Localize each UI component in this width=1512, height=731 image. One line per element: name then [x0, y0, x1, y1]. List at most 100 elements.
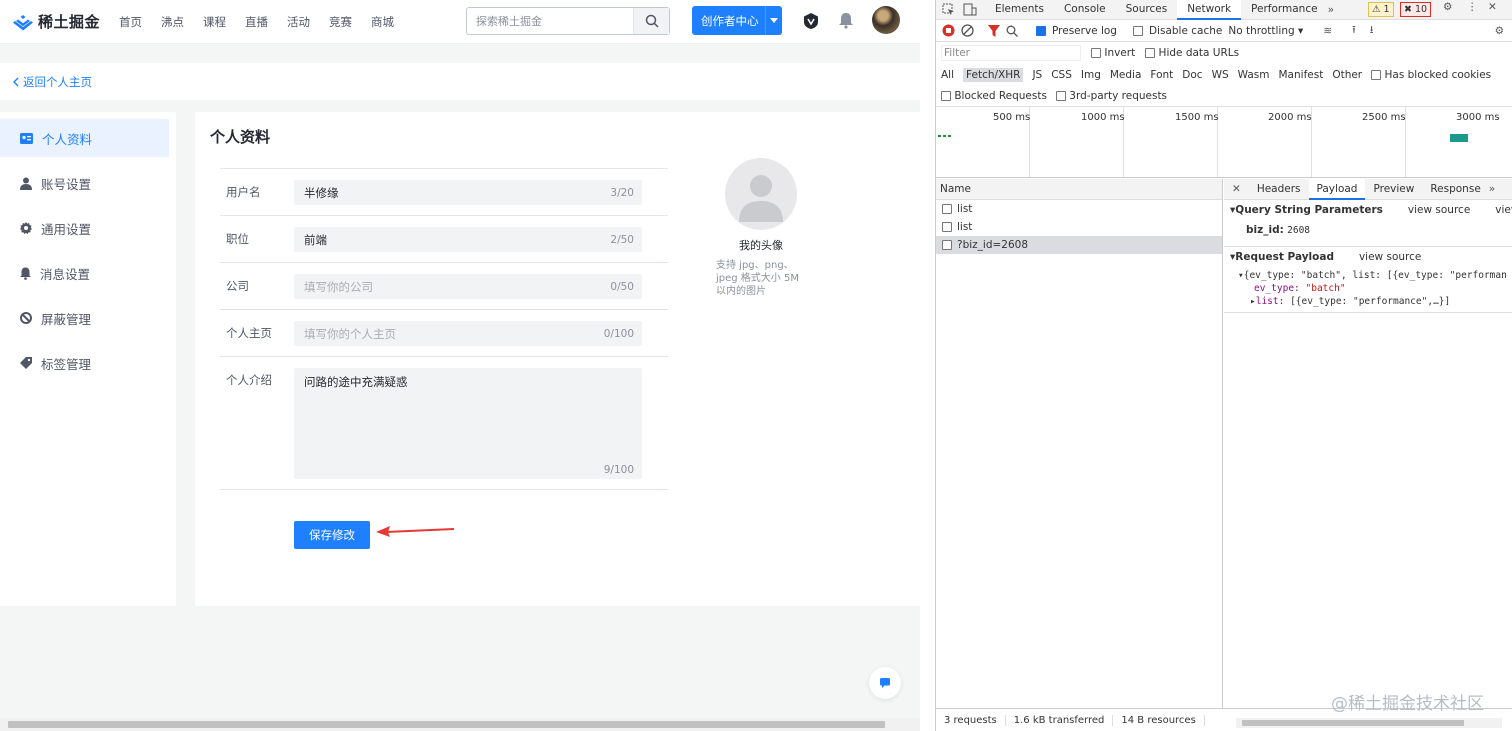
section-header[interactable]: ▾Query String Parameters view source vie…	[1230, 204, 1512, 216]
nav-events[interactable]: 活动	[287, 14, 310, 30]
request-row[interactable]: list	[936, 200, 1222, 218]
search-icon[interactable]	[1006, 25, 1018, 37]
view-source-link[interactable]: view source	[1359, 251, 1421, 263]
tab-elements[interactable]: Elements	[985, 0, 1054, 20]
tab-console[interactable]: Console	[1054, 0, 1116, 20]
scrollbar-thumb[interactable]	[8, 721, 885, 728]
disable-cache-checkbox[interactable]	[1132, 25, 1143, 36]
tab-preview[interactable]: Preview	[1365, 179, 1422, 200]
throttling-select[interactable]: No throttling ▾	[1228, 25, 1303, 37]
view-source-link[interactable]: view source	[1408, 204, 1470, 216]
payload-summary: {ev_type: "batch", list: [{ev_type: "per…	[1243, 270, 1507, 281]
tab-network[interactable]: Network	[1177, 0, 1242, 20]
type-doc[interactable]: Doc	[1182, 69, 1202, 81]
scrollbar-thumb[interactable]	[1242, 720, 1464, 726]
type-css[interactable]: CSS	[1051, 69, 1072, 81]
third-party-checkbox[interactable]	[1055, 90, 1066, 101]
search-button[interactable]	[633, 8, 669, 34]
tab-sources[interactable]: Sources	[1116, 0, 1178, 20]
tab-performance[interactable]: Performance	[1241, 0, 1328, 20]
save-button[interactable]: 保存修改	[294, 521, 370, 549]
profile-form: 用户名 半修缘 3/20 职位 前端 2/50 公司 填写你的公司 0/50 个…	[220, 168, 668, 490]
errors-badge[interactable]: ✖ 10	[1400, 2, 1432, 17]
device-toolbar-icon[interactable]	[963, 3, 977, 16]
username-input[interactable]: 半修缘 3/20	[294, 180, 642, 205]
clear-icon[interactable]	[961, 24, 974, 37]
inspect-element-icon[interactable]	[942, 3, 955, 16]
settings-gear-icon[interactable]: ⚙	[1443, 1, 1452, 13]
sidebar-item-general[interactable]: 通用设置	[0, 209, 169, 247]
more-tabs-icon[interactable]: »	[1328, 4, 1334, 16]
type-fetch-xhr[interactable]: Fetch/XHR	[963, 67, 1024, 82]
horizontal-scrollbar[interactable]	[0, 718, 920, 731]
network-settings-icon[interactable]: ⚙	[1495, 25, 1504, 37]
sidebar-item-messages[interactable]: 消息设置	[0, 254, 169, 292]
type-manifest[interactable]: Manifest	[1279, 69, 1324, 81]
hide-data-urls-checkbox[interactable]	[1145, 48, 1156, 58]
request-row-selected[interactable]: ?biz_id=2608	[936, 236, 1222, 254]
invert-checkbox[interactable]	[1091, 48, 1101, 58]
wifi-conditions-icon[interactable]: ≋	[1323, 25, 1332, 37]
type-js[interactable]: JS	[1032, 69, 1042, 81]
feedback-chat-button[interactable]	[869, 667, 901, 699]
avatar-upload[interactable]	[725, 158, 797, 230]
has-blocked-cookies-checkbox[interactable]	[1371, 69, 1382, 80]
export-har-icon[interactable]: ⭳	[1370, 22, 1374, 40]
preserve-log-checkbox[interactable]	[1036, 25, 1046, 36]
type-font[interactable]: Font	[1150, 69, 1173, 81]
name-column-header[interactable]: Name	[936, 179, 1222, 200]
nav-courses[interactable]: 课程	[203, 14, 226, 30]
creator-center-button[interactable]: 创作者中心	[692, 6, 782, 35]
detail-scrollbar[interactable]	[1236, 718, 1502, 728]
warnings-badge[interactable]: ⚠ 1	[1368, 2, 1394, 17]
back-to-profile-link[interactable]: 返回个人主页	[12, 74, 92, 90]
form-row-homepage: 个人主页 填写你的个人主页 0/100	[220, 309, 668, 356]
payload-list[interactable]: ▸list: [{ev_type: "performance",…}]	[1230, 294, 1507, 307]
section-header[interactable]: ▾Request Payload view source	[1230, 251, 1507, 263]
nav-live[interactable]: 直播	[245, 14, 268, 30]
block-icon	[20, 312, 32, 324]
nav-home[interactable]: 首页	[119, 14, 142, 30]
type-all[interactable]: All	[941, 69, 954, 81]
tab-response[interactable]: Response	[1422, 179, 1488, 200]
search-box[interactable]: 探索稀土掘金	[466, 7, 670, 35]
network-timeline[interactable]: 500 ms 1000 ms 1500 ms 2000 ms 2500 ms 3…	[936, 106, 1512, 178]
sidebar-item-blocklist[interactable]: 屏蔽管理	[0, 299, 169, 337]
nav-shop[interactable]: 商城	[371, 14, 394, 30]
user-avatar[interactable]	[872, 6, 900, 34]
blocked-requests-checkbox[interactable]	[941, 90, 951, 101]
job-title-input[interactable]: 前端 2/50	[294, 227, 642, 252]
type-other[interactable]: Other	[1332, 69, 1362, 81]
creator-dropdown[interactable]	[765, 6, 782, 35]
close-devtools-icon[interactable]: ✕	[1488, 1, 1497, 13]
type-ws[interactable]: WS	[1212, 69, 1229, 81]
record-stop-icon[interactable]	[942, 24, 955, 37]
tab-headers[interactable]: Headers	[1249, 179, 1309, 200]
request-row[interactable]: list	[936, 218, 1222, 236]
nav-pins[interactable]: 沸点	[161, 14, 184, 30]
payload-root[interactable]: ▾{ev_type: "batch", list: [{ev_type: "pe…	[1230, 263, 1507, 281]
company-input[interactable]: 填写你的公司 0/50	[294, 274, 642, 299]
logo[interactable]: 稀土掘金	[12, 11, 100, 32]
view-decoded-link[interactable]: view deco	[1495, 204, 1512, 216]
filter-input[interactable]: Filter	[941, 45, 1081, 61]
bio-textarea[interactable]: 问路的途中充满疑惑 9/100	[294, 368, 642, 479]
homepage-input[interactable]: 填写你的个人主页 0/100	[294, 321, 642, 346]
more-detail-tabs-icon[interactable]: »	[1489, 183, 1495, 195]
type-media[interactable]: Media	[1110, 69, 1142, 81]
more-options-icon[interactable]: ⋮	[1467, 1, 1478, 13]
tab-payload[interactable]: Payload	[1308, 179, 1366, 200]
vip-badge-icon[interactable]	[802, 12, 820, 30]
filter-funnel-icon[interactable]	[988, 24, 1000, 37]
sidebar-item-account[interactable]: 账号设置	[0, 164, 169, 202]
search-input[interactable]: 探索稀土掘金	[467, 13, 633, 29]
type-wasm[interactable]: Wasm	[1238, 69, 1270, 81]
sidebar-item-tags[interactable]: 标签管理	[0, 344, 169, 382]
type-img[interactable]: Img	[1081, 69, 1101, 81]
notification-bell-icon[interactable]	[838, 11, 854, 29]
import-har-icon[interactable]: ⭱	[1352, 22, 1356, 40]
close-detail-icon[interactable]: ✕	[1224, 183, 1249, 195]
sidebar-item-profile[interactable]: 个人资料	[0, 119, 169, 157]
pane-divider[interactable]	[920, 0, 935, 731]
nav-contests[interactable]: 竞赛	[329, 14, 352, 30]
